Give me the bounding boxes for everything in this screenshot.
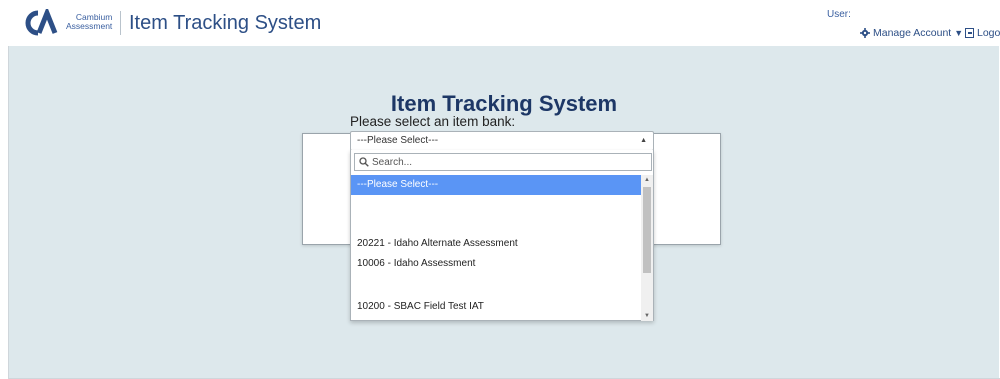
logo-text-line2: Assessment bbox=[66, 21, 113, 31]
header: Cambium Assessment Item Tracking System … bbox=[8, 0, 1000, 46]
logo-text: Cambium Assessment bbox=[66, 13, 112, 31]
search-input[interactable] bbox=[372, 156, 642, 168]
item-bank-select[interactable]: ---Please Select--- ▲ bbox=[350, 131, 654, 151]
search-box[interactable] bbox=[354, 153, 652, 171]
scroll-thumb[interactable] bbox=[643, 187, 651, 273]
options-list: ---Please Select--- 20221 - Idaho Altern… bbox=[351, 175, 642, 321]
option-10006[interactable]: 10006 - Idaho Assessment bbox=[351, 254, 642, 274]
logo-divider bbox=[120, 11, 121, 35]
option-20221[interactable]: 20221 - Idaho Alternate Assessment bbox=[351, 234, 642, 254]
selected-value: ---Please Select--- bbox=[357, 135, 439, 146]
manage-account-label: Manage Account bbox=[873, 27, 952, 39]
gear-icon bbox=[860, 28, 870, 38]
logout-link[interactable]: Logou bbox=[965, 27, 1000, 39]
dropdown-scrollbar[interactable]: ▲ ▼ bbox=[641, 175, 653, 321]
cambium-logo-icon[interactable] bbox=[20, 9, 60, 37]
manage-account-menu[interactable]: Manage Account ▼ bbox=[860, 27, 963, 39]
logout-label: Logou bbox=[977, 27, 1000, 39]
option-10200[interactable]: 10200 - SBAC Field Test IAT bbox=[351, 297, 642, 317]
app-title[interactable]: Item Tracking System bbox=[129, 12, 321, 35]
search-icon bbox=[359, 157, 369, 167]
chevron-up-icon: ▲ bbox=[640, 137, 647, 144]
caret-down-icon: ▼ bbox=[954, 28, 964, 38]
option-please-select[interactable]: ---Please Select--- bbox=[351, 175, 642, 195]
logout-icon bbox=[965, 28, 974, 38]
scroll-down-icon[interactable]: ▼ bbox=[641, 311, 653, 321]
scroll-up-icon[interactable]: ▲ bbox=[641, 175, 653, 185]
item-bank-label: Please select an item bank: bbox=[350, 114, 516, 129]
user-label: User: bbox=[827, 9, 851, 20]
item-bank-dropdown: ---Please Select--- 20221 - Idaho Altern… bbox=[350, 150, 654, 321]
